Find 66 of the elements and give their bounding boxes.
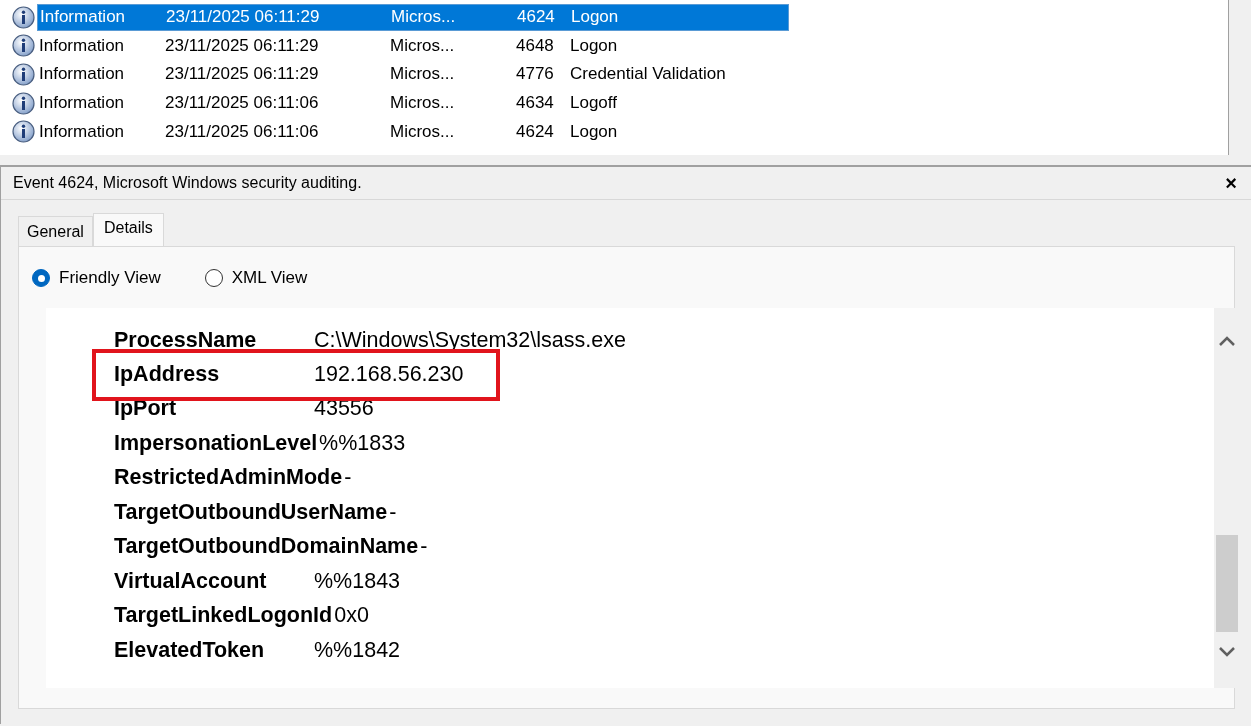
source-text: Micros... xyxy=(390,35,456,56)
date-text: 23/11/2025 06:11:06 xyxy=(165,93,320,114)
field-name: ElevatedToken xyxy=(114,637,266,663)
info-icon xyxy=(12,34,35,58)
scroll-thumb[interactable] xyxy=(1215,535,1238,632)
field-name: TargetOutboundDomainName xyxy=(114,534,419,560)
level-text: Information xyxy=(39,121,126,142)
level-text: Information xyxy=(39,64,126,85)
event-row[interactable]: Information 23/11/2025 06:11:06 Micros... 4624 Logon xyxy=(37,118,789,146)
info-icon xyxy=(12,91,35,115)
field-value: %%1843 xyxy=(314,568,401,594)
radio-label[interactable]: XML View xyxy=(231,268,308,288)
source-text: Micros... xyxy=(390,64,456,85)
field-value: C:\Windows\System32\lsass.exe xyxy=(314,327,626,353)
radio-button[interactable] xyxy=(32,269,50,287)
event-row[interactable]: Information 23/11/2025 06:11:29 Micros... 4776 Credential Validation xyxy=(37,61,789,88)
source-text: Micros... xyxy=(390,93,456,114)
source-text: Micros... xyxy=(390,121,456,142)
event-id-text: 4624 xyxy=(517,7,556,28)
event-row[interactable]: Information 23/11/2025 06:11:29 Micros... 4648 Logon xyxy=(37,32,789,60)
category-text: Logon xyxy=(570,35,618,56)
field-name: VirtualAccount xyxy=(114,568,268,594)
field-value: 0x0 xyxy=(334,603,369,629)
level-text: Information xyxy=(39,93,126,114)
event-id-text: 4776 xyxy=(516,64,555,85)
radio-label[interactable]: Friendly View xyxy=(59,268,161,288)
field-name: IpPort xyxy=(114,396,178,422)
event-id-text: 4624 xyxy=(516,121,555,142)
field-name: ImpersonationLevel xyxy=(114,430,318,456)
field-name: TargetOutboundUserName xyxy=(114,499,388,525)
date-text: 23/11/2025 06:11:06 xyxy=(165,121,320,142)
close-button[interactable]: × xyxy=(1221,171,1241,195)
level-text: Information xyxy=(39,35,126,56)
category-text: Credential Validation xyxy=(570,64,726,85)
category-text: Logon xyxy=(571,7,619,28)
level-text: Information xyxy=(40,7,127,28)
source-text: Micros... xyxy=(391,7,457,28)
category-text: Logoff xyxy=(570,93,617,114)
scrollbar[interactable] xyxy=(1214,308,1239,688)
event-row[interactable]: Information 23/11/2025 06:11:29 Micros... 4624 Logon xyxy=(37,3,789,31)
date-text: 23/11/2025 06:11:29 xyxy=(165,64,320,85)
scroll-down-icon[interactable] xyxy=(1218,647,1235,657)
field-name: ProcessName xyxy=(114,327,258,353)
tab[interactable]: Details xyxy=(92,213,164,246)
category-text: Logon xyxy=(570,121,618,142)
date-text: 23/11/2025 06:11:29 xyxy=(166,7,321,28)
field-value: 192.168.56.230 xyxy=(314,362,464,387)
scroll-up-icon[interactable] xyxy=(1218,336,1235,346)
info-icon xyxy=(12,120,35,144)
event-id-text: 4634 xyxy=(516,93,555,114)
field-name: TargetLinkedLogonId xyxy=(114,603,333,629)
event-id-text: 4648 xyxy=(516,35,555,56)
field-value: - xyxy=(420,534,428,560)
field-value: %%1842 xyxy=(314,637,401,663)
event-row[interactable]: Information 23/11/2025 06:11:06 Micros... 4634 Logoff xyxy=(37,89,789,117)
field-value: - xyxy=(344,465,352,491)
info-icon xyxy=(12,5,35,29)
tab[interactable]: General xyxy=(18,216,93,246)
field-value: %%1833 xyxy=(319,430,406,456)
field-value: - xyxy=(389,499,397,525)
info-icon xyxy=(12,63,35,86)
field-name: IpAddress xyxy=(114,362,221,387)
field-name: RestrictedAdminMode xyxy=(114,465,343,491)
date-text: 23/11/2025 06:11:29 xyxy=(165,35,320,56)
radio-button[interactable] xyxy=(204,269,223,287)
pane-title: Event 4624, Microsoft Windows security auditing. xyxy=(13,174,362,192)
